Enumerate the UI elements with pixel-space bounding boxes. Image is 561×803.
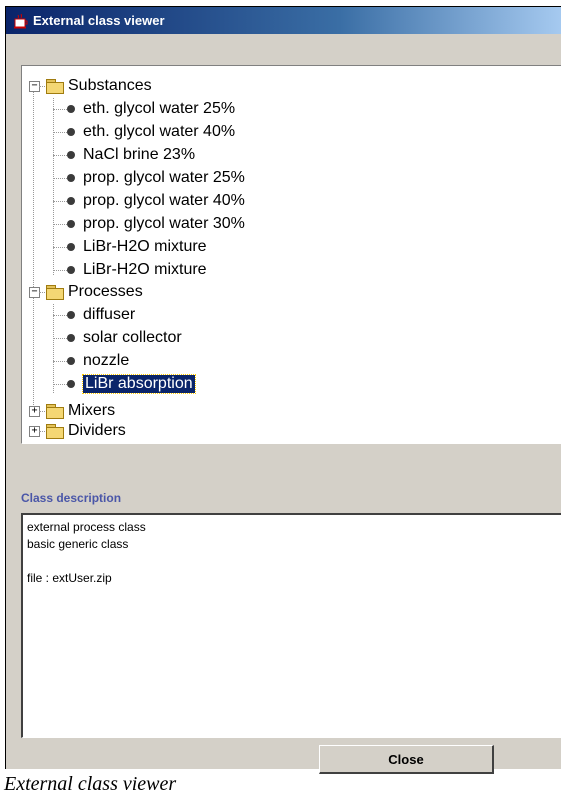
tree-item[interactable]: eth. glycol water 25% bbox=[66, 98, 235, 120]
folder-label: Substances bbox=[68, 77, 152, 94]
folder-closed-icon bbox=[46, 404, 64, 419]
class-description-text: external process class basic generic cla… bbox=[27, 520, 146, 585]
tree-item[interactable]: prop. glycol water 30% bbox=[66, 213, 245, 235]
tree-folder-substances[interactable]: Substances bbox=[46, 75, 152, 97]
leaf-dot-icon bbox=[67, 128, 75, 136]
tree-item[interactable]: prop. glycol water 40% bbox=[66, 190, 245, 212]
tree-item-label: nozzle bbox=[83, 352, 130, 369]
tree-item[interactable]: eth. glycol water 40% bbox=[66, 121, 235, 143]
class-description-heading: Class description bbox=[21, 491, 122, 505]
folder-label: Dividers bbox=[68, 422, 126, 439]
tree-folder-mixers[interactable]: Mixers bbox=[46, 400, 115, 422]
folder-open-icon bbox=[46, 79, 64, 94]
leaf-dot-icon bbox=[67, 174, 75, 182]
tree-item[interactable]: LiBr-H2O mixture bbox=[66, 236, 207, 258]
tree-item[interactable]: NaCl brine 23% bbox=[66, 144, 195, 166]
window-title: External class viewer bbox=[33, 13, 165, 28]
folder-label: Processes bbox=[68, 283, 143, 300]
tree-item-selected[interactable]: LiBr absorption bbox=[66, 373, 196, 395]
tree-item-label: eth. glycol water 40% bbox=[83, 123, 236, 140]
tree-item[interactable]: diffuser bbox=[66, 304, 135, 326]
leaf-dot-icon bbox=[67, 266, 75, 274]
tree-item-label: eth. glycol water 25% bbox=[83, 100, 236, 117]
tree-folder-dividers[interactable]: Dividers bbox=[46, 420, 126, 442]
class-description-textarea[interactable]: external process class basic generic cla… bbox=[21, 513, 561, 738]
tree-connector bbox=[33, 85, 34, 415]
folder-closed-icon bbox=[46, 424, 64, 439]
tree-item-label: solar collector bbox=[83, 329, 182, 346]
title-bar[interactable]: External class viewer bbox=[6, 7, 561, 34]
folder-label: Mixers bbox=[68, 402, 116, 419]
tree-item-label: NaCl brine 23% bbox=[83, 146, 196, 163]
tree-item[interactable]: prop. glycol water 25% bbox=[66, 167, 245, 189]
tree-folder-processes[interactable]: Processes bbox=[46, 281, 143, 303]
tree-item[interactable]: LiBr-H2O mixture bbox=[66, 259, 207, 281]
leaf-dot-icon bbox=[67, 151, 75, 159]
leaf-dot-icon bbox=[67, 311, 75, 319]
leaf-dot-icon bbox=[67, 105, 75, 113]
leaf-dot-icon bbox=[67, 380, 75, 388]
folder-open-icon bbox=[46, 285, 64, 300]
leaf-dot-icon bbox=[67, 357, 75, 365]
tree-item-label: prop. glycol water 25% bbox=[83, 169, 245, 186]
leaf-dot-icon bbox=[67, 197, 75, 205]
class-tree[interactable]: − Substances eth. glycol water 25% eth. … bbox=[21, 65, 561, 444]
tree-item[interactable]: nozzle bbox=[66, 350, 129, 372]
leaf-dot-icon bbox=[67, 334, 75, 342]
tree-item-label: LiBr absorption bbox=[82, 374, 196, 394]
figure-caption: External class viewer bbox=[4, 773, 177, 795]
close-button[interactable]: Close bbox=[319, 745, 494, 774]
leaf-dot-icon bbox=[67, 220, 75, 228]
tree-item-label: LiBr-H2O mixture bbox=[83, 261, 207, 278]
tree-item[interactable]: solar collector bbox=[66, 327, 182, 349]
tree-connector bbox=[53, 98, 54, 275]
tree-item-label: diffuser bbox=[83, 306, 136, 323]
tree-item-label: prop. glycol water 30% bbox=[83, 215, 245, 232]
tree-item-label: prop. glycol water 40% bbox=[83, 192, 245, 209]
tree-item-label: LiBr-H2O mixture bbox=[83, 238, 207, 255]
leaf-dot-icon bbox=[67, 243, 75, 251]
java-cup-icon bbox=[13, 13, 29, 29]
tree-connector bbox=[53, 304, 54, 393]
external-class-viewer-window: External class viewer − Substances eth. … bbox=[5, 6, 561, 774]
